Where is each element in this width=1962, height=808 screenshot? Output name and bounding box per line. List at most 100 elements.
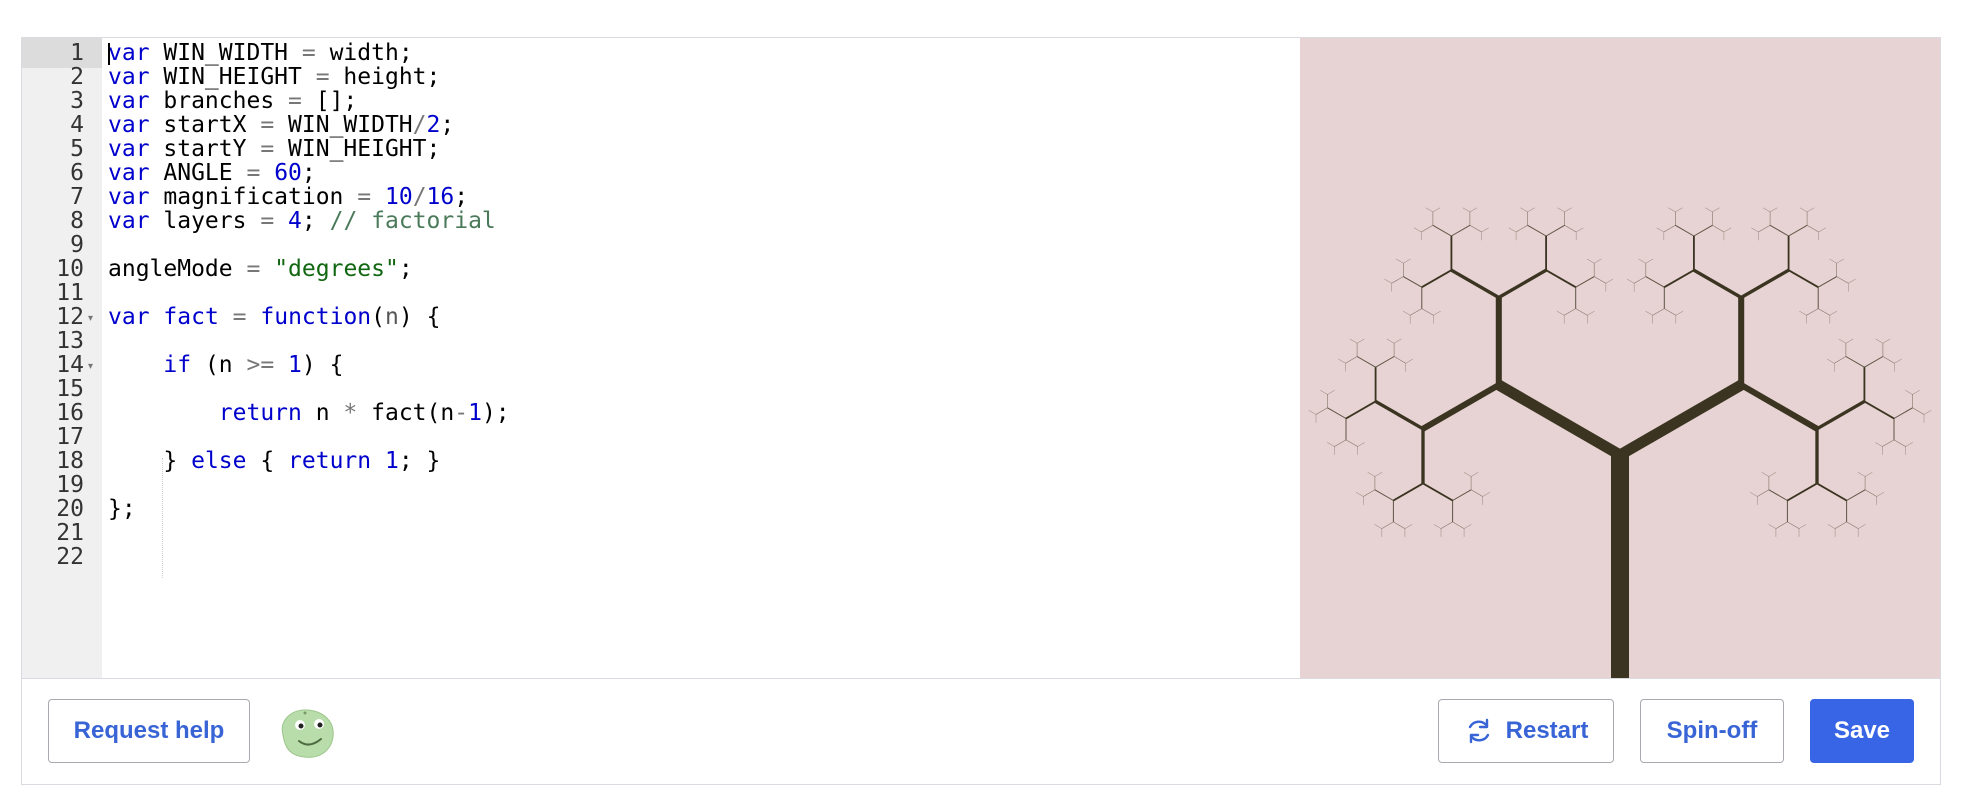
tree-branch [1882, 356, 1895, 364]
tree-branch [1345, 439, 1358, 447]
tree-branch [1433, 310, 1441, 316]
tree-branch [1564, 225, 1577, 233]
tree-branch [1413, 227, 1422, 233]
tree-branch [1594, 258, 1602, 264]
tree-branch [1374, 399, 1424, 431]
tree-branch [1433, 524, 1442, 529]
tree-branch [1496, 380, 1623, 460]
tree-branch [1355, 492, 1364, 497]
tree-branch [1404, 524, 1413, 529]
tree-branch [1421, 308, 1434, 316]
tree-branch [1363, 489, 1376, 497]
output-canvas[interactable] [1300, 38, 1940, 678]
tree-branch [1923, 410, 1932, 415]
tree-branch [1712, 207, 1720, 213]
tree-branch [1740, 268, 1790, 299]
tree-branch [1818, 227, 1827, 233]
tree-branch [1327, 442, 1335, 447]
tree-branch [1705, 207, 1713, 213]
fold-arrow-icon[interactable]: ▾ [88, 362, 93, 372]
tree-branch [1857, 472, 1866, 477]
tree-branch [1882, 439, 1895, 447]
tree-branch [1875, 338, 1884, 344]
tree-branch [1374, 524, 1382, 529]
blob-avatar-icon [281, 709, 334, 758]
tree-branch [1864, 356, 1884, 368]
tree-branch [1392, 482, 1424, 502]
tree-branch [1788, 224, 1808, 237]
restart-icon [1468, 718, 1489, 744]
tree-branch [1469, 207, 1478, 213]
avatar[interactable] [275, 705, 337, 761]
tree-branch [1893, 439, 1906, 447]
tree-branch [1345, 400, 1377, 420]
tree-branch [1497, 268, 1547, 299]
tree-branch [1775, 521, 1788, 529]
tree-branch [1693, 224, 1713, 237]
tree-branch [1675, 207, 1683, 213]
tree-branch [1393, 521, 1406, 529]
tree-branch [1645, 310, 1653, 316]
tree-branch [1357, 442, 1365, 447]
tree-branch [1626, 278, 1635, 284]
tree-branch [1799, 310, 1807, 316]
tree-branch [1482, 492, 1491, 497]
tree-branch [1349, 338, 1358, 344]
tree-branch [1894, 358, 1902, 364]
tree-branch [1836, 258, 1845, 264]
tree-branch [1402, 310, 1411, 316]
request-help-button[interactable]: Request help [48, 699, 250, 763]
code-editor[interactable]: 1 var WIN_WIDTH = width; 2 var WIN_HEIGH… [22, 38, 1300, 678]
tree-branch [1391, 276, 1404, 284]
tree-branch [1668, 207, 1676, 213]
tree-branch [1739, 382, 1819, 432]
tree-branch [1587, 310, 1595, 316]
tree-branch [1652, 308, 1665, 316]
tree-branch [1338, 358, 1346, 364]
tree-branch [1769, 224, 1789, 237]
tree-branch [1846, 489, 1866, 501]
tree-branch [1520, 207, 1528, 213]
tree-branch [1481, 227, 1489, 233]
tree-branch [1875, 442, 1883, 447]
tree-branch [1393, 356, 1406, 364]
tree-branch [1768, 524, 1777, 529]
restart-button[interactable]: Restart [1438, 699, 1614, 763]
tree-branch [1645, 276, 1665, 288]
tree-branch [1829, 310, 1838, 316]
tree-branch [1893, 407, 1913, 419]
tree-branch [1515, 225, 1528, 233]
tree-branch [1645, 258, 1654, 264]
tree-branch [1308, 410, 1317, 415]
tree-branch [1836, 276, 1849, 284]
tree-branch [1858, 524, 1866, 529]
save-button[interactable]: Save [1810, 699, 1914, 763]
tree-branch [1320, 390, 1328, 395]
tree-branch [1663, 269, 1695, 288]
spin-off-button[interactable]: Spin-off [1640, 699, 1784, 763]
tree-branch [1403, 258, 1411, 264]
tree-branch [1845, 356, 1865, 368]
tree-branch [1527, 224, 1547, 237]
tree-branch [1712, 225, 1725, 233]
tree-branch [1769, 207, 1778, 213]
tree-branch [1749, 492, 1758, 497]
tree-branch [1826, 358, 1835, 364]
tree-branch [1463, 472, 1472, 477]
tree-branch [1575, 276, 1595, 288]
code-line[interactable]: 22 [22, 542, 1300, 572]
tree-branch [1605, 278, 1614, 284]
line-number: 22 [56, 544, 84, 570]
tree-branch [1395, 258, 1404, 264]
tree-branch [1788, 269, 1819, 288]
tree-branch [1876, 492, 1885, 497]
tree-branch [1834, 356, 1847, 364]
tree-branch [1816, 482, 1848, 502]
tree-branch [1816, 399, 1866, 431]
tree-branch [1586, 258, 1595, 264]
tree-branch [1327, 407, 1347, 419]
tree-branch [1422, 482, 1454, 502]
tree-branch [1545, 224, 1565, 237]
fold-arrow-icon[interactable]: ▾ [88, 314, 93, 324]
tree-branch [1545, 269, 1577, 288]
